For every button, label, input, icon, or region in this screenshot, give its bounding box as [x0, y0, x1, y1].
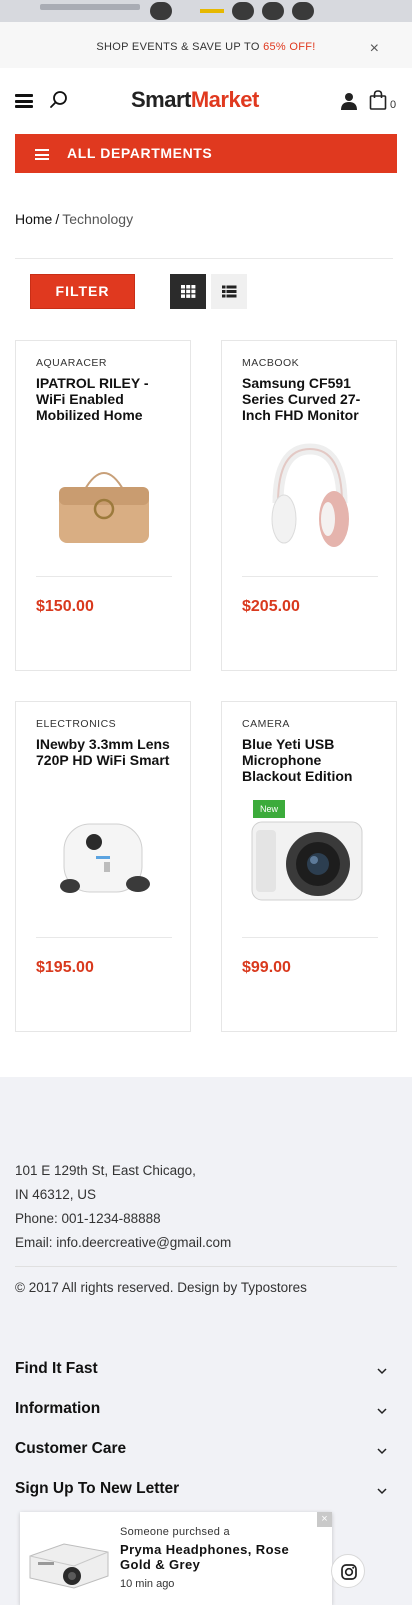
accordion-label: Find It Fast — [15, 1360, 98, 1377]
instagram-icon — [341, 1564, 357, 1580]
product-category[interactable]: MACBOOK — [242, 357, 299, 369]
all-departments-button[interactable]: ALL DEPARTMENTS — [15, 134, 397, 173]
product-image[interactable] — [36, 441, 172, 553]
shopping-bag-icon[interactable] — [369, 90, 387, 110]
user-icon[interactable] — [341, 92, 357, 110]
banner-accent-shape — [200, 9, 224, 13]
instagram-button[interactable] — [331, 1554, 365, 1588]
promo-banner-image[interactable] — [0, 0, 412, 22]
new-badge: New — [253, 800, 286, 818]
list-view-icon — [222, 285, 237, 298]
accordion-label: Sign Up To New Letter — [15, 1480, 180, 1497]
banner-product-shape — [232, 2, 254, 20]
product-image[interactable] — [242, 441, 378, 553]
banner-text-strip — [40, 4, 140, 10]
site-header: SmartMarket 0 — [0, 68, 412, 134]
breadcrumb-current: Technology — [62, 211, 134, 227]
breadcrumb-separator: / — [55, 211, 60, 227]
product-image[interactable] — [242, 802, 378, 914]
list-view-button[interactable] — [211, 274, 247, 309]
divider — [15, 1266, 397, 1267]
product-category[interactable]: CAMERA — [242, 718, 290, 730]
menu-icon — [35, 149, 49, 160]
site-logo[interactable]: SmartMarket — [131, 87, 259, 113]
product-title[interactable]: Samsung CF591 Series Curved 27-Inch FHD … — [242, 375, 382, 423]
address-line: IN 46312, US — [15, 1187, 97, 1202]
product-price: $205.00 — [242, 598, 300, 615]
banner-product-shape — [292, 2, 314, 20]
notification-product-image[interactable] — [24, 1526, 114, 1594]
product-category[interactable]: AQUARACER — [36, 357, 107, 369]
product-card[interactable]: MACBOOK Samsung CF591 Series Curved 27-I… — [221, 340, 397, 671]
divider — [36, 576, 172, 577]
menu-icon[interactable] — [15, 94, 33, 108]
all-departments-label: ALL DEPARTMENTS — [67, 145, 213, 161]
promo-text: SHOP EVENTS & SAVE UP TO 65% OFF! — [96, 41, 315, 53]
divider — [15, 258, 393, 259]
divider — [242, 937, 378, 938]
promo-discount: 65% OFF! — [263, 41, 316, 53]
close-icon[interactable]: × — [317, 1512, 332, 1527]
filter-button[interactable]: FILTER — [30, 274, 135, 309]
divider — [36, 937, 172, 938]
product-card[interactable]: CAMERA Blue Yeti USB Microphone Blackout… — [221, 701, 397, 1032]
promo-text-prefix: SHOP EVENTS & SAVE UP TO — [96, 41, 264, 53]
chevron-down-icon — [377, 1408, 387, 1415]
product-title[interactable]: Blue Yeti USB Microphone Blackout Editio… — [242, 736, 382, 784]
product-title[interactable]: INewby 3.3mm Lens 720P HD WiFi Smart — [36, 736, 176, 768]
copyright-text: © 2017 All rights reserved. Design by Ty… — [15, 1280, 307, 1295]
promo-bar: SHOP EVENTS & SAVE UP TO 65% OFF! × — [0, 22, 412, 68]
chevron-down-icon — [377, 1448, 387, 1455]
logo-part-smart: Smart — [131, 87, 191, 112]
notification-time: 10 min ago — [120, 1578, 175, 1590]
sales-notification-popup[interactable]: Someone purchsed a Pryma Headphones, Ros… — [20, 1512, 332, 1605]
product-image[interactable] — [36, 802, 172, 914]
search-icon[interactable] — [49, 90, 69, 110]
close-icon[interactable]: × — [370, 41, 379, 57]
divider — [242, 576, 378, 577]
product-category[interactable]: ELECTRONICS — [36, 718, 116, 730]
accordion-find-it-fast[interactable]: Find It Fast — [15, 1360, 397, 1384]
product-card[interactable]: ELECTRONICS INewby 3.3mm Lens 720P HD Wi… — [15, 701, 191, 1032]
breadcrumb-home[interactable]: Home — [15, 211, 52, 227]
banner-product-shape — [150, 2, 172, 20]
logo-part-market: Market — [190, 87, 259, 112]
phone-number: Phone: 001-1234-88888 — [15, 1211, 161, 1226]
accordion-newsletter[interactable]: Sign Up To New Letter — [15, 1480, 397, 1504]
grid-view-button[interactable] — [170, 274, 206, 309]
breadcrumb: Home / Technology — [15, 211, 133, 227]
accordion-customer-care[interactable]: Customer Care — [15, 1440, 397, 1464]
notification-product-name[interactable]: Pryma Headphones, Rose Gold & Grey — [120, 1542, 310, 1572]
product-price: $99.00 — [242, 959, 291, 976]
product-price: $150.00 — [36, 598, 94, 615]
accordion-label: Information — [15, 1400, 101, 1417]
chevron-down-icon — [377, 1488, 387, 1495]
product-card[interactable]: AQUARACER IPATROL RILEY - WiFi Enabled M… — [15, 340, 191, 671]
product-title[interactable]: IPATROL RILEY - WiFi Enabled Mobilized H… — [36, 375, 176, 423]
accordion-information[interactable]: Information — [15, 1400, 397, 1424]
banner-product-shape — [262, 2, 284, 20]
email-address[interactable]: Email: info.deercreative@gmail.com — [15, 1235, 231, 1250]
grid-view-icon — [181, 285, 196, 298]
chevron-down-icon — [377, 1368, 387, 1375]
cart-count: 0 — [390, 99, 397, 111]
accordion-label: Customer Care — [15, 1440, 127, 1457]
product-price: $195.00 — [36, 959, 94, 976]
address-line: 101 E 129th St, East Chicago, — [15, 1163, 196, 1178]
notification-text: Someone purchsed a — [120, 1526, 230, 1538]
